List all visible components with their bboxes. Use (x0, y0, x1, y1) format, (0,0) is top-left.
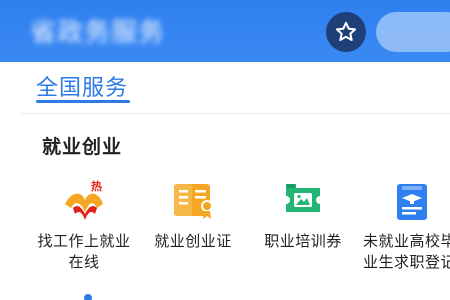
job-hunting-hot-icon: 热 (65, 179, 103, 220)
svg-text:热: 热 (91, 179, 102, 193)
page-indicator-dot (84, 294, 92, 300)
graduate-job-registration-icon (397, 184, 427, 220)
service-item-job-hunting[interactable]: 热 找工作上就业 在线 (29, 178, 139, 273)
divider (20, 113, 450, 114)
service-item-graduate-registration[interactable]: 未就业高校毕 业生求职登记 (357, 178, 450, 273)
service-label-line1: 未就业高校毕 (363, 232, 450, 250)
menu-capsule-button[interactable] (376, 12, 450, 52)
service-item-training-voucher[interactable]: 职业培训券 (248, 178, 358, 252)
favorite-button[interactable] (326, 12, 366, 52)
service-label-line1: 找工作上就业 (37, 232, 131, 250)
service-label-line1: 职业培训券 (264, 232, 342, 250)
service-label-line2: 在线 (68, 253, 100, 271)
section-title[interactable]: 全国服务 (36, 70, 128, 102)
service-item-employment-certificate[interactable]: 就业创业证 (138, 178, 248, 252)
app-title: 省政务服务 (30, 18, 166, 48)
section-tab-indicator (36, 100, 130, 103)
service-label-line2: 业生求职登记 (363, 253, 450, 271)
app-screen: 省政务服务 全国服务 就业创业 热 找工作上就业 在线 就业创业证 职业培训券 … (0, 0, 450, 300)
service-label-line1: 就业创业证 (154, 232, 232, 250)
subsection-title: 就业创业 (42, 136, 123, 158)
training-voucher-icon (286, 184, 320, 212)
header-bar: 省政务服务 (0, 0, 450, 62)
employment-certificate-icon (174, 184, 213, 219)
star-icon (335, 21, 357, 41)
